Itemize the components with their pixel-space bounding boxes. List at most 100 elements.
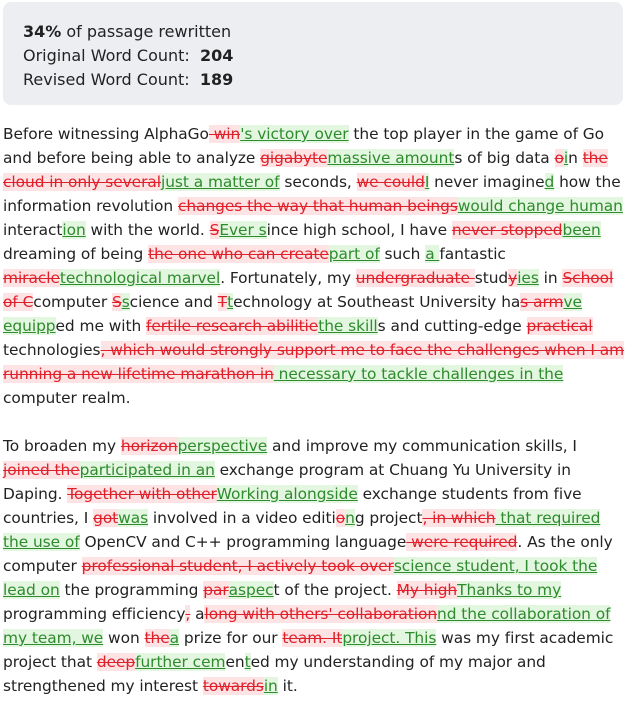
text-segment: ince high school, I have (266, 221, 452, 239)
deleted-text: team. It (282, 629, 343, 647)
deleted-text: we could (356, 173, 425, 191)
inserted-text: been (562, 221, 601, 239)
text-segment: Before witnessing AlphaGo (3, 125, 209, 143)
inserted-text: necessary to tackle challenges in the (273, 365, 564, 383)
original-word-count-label: Original Word Count: (23, 46, 190, 65)
deleted-text: were required (406, 533, 518, 551)
deleted-text: win (208, 125, 241, 143)
text-segment: never imagine (429, 173, 545, 191)
deleted-text: o (554, 149, 564, 167)
deleted-text: par (203, 581, 229, 599)
text-segment: OpenCV and C++ programming language (79, 533, 407, 551)
inserted-text: project. This (342, 629, 437, 647)
percent-rewritten-label: of passage rewritten (61, 22, 232, 41)
inserted-text: massive amount (327, 149, 455, 167)
text-segment: with the world. (85, 221, 210, 239)
inserted-text: d (544, 173, 555, 191)
text-segment: en (225, 653, 245, 671)
text-segment: echnology at Southeast University ha (233, 293, 521, 311)
text-segment: it. (277, 677, 298, 695)
deleted-text: s arm (520, 293, 564, 311)
deleted-text: got (93, 509, 119, 527)
text-segment: technologies (3, 341, 101, 359)
inserted-text: was (118, 509, 149, 527)
inserted-text: technological marvel (59, 269, 221, 287)
text-segment: the programming (59, 581, 204, 599)
deleted-text: horizon (120, 437, 178, 455)
deleted-text: T (217, 293, 228, 311)
inserted-text: a (425, 245, 440, 263)
inserted-text: participated in an (79, 461, 215, 479)
inserted-text: n (345, 509, 355, 527)
deleted-text: the one who can create (148, 245, 329, 263)
deleted-text: S (209, 221, 220, 239)
deleted-text: deep (96, 653, 136, 671)
deleted-text: gigabyte (260, 149, 328, 167)
inserted-text: the skill (318, 317, 378, 335)
inserted-text: further cem (135, 653, 226, 671)
paragraph-2: To broaden my horizonperspective and imp… (3, 434, 628, 698)
deleted-text: S (111, 293, 122, 311)
inserted-text: aspec (228, 581, 274, 599)
percent-rewritten-line: 34% of passage rewritten (23, 20, 623, 44)
revised-word-count-value: 189 (199, 70, 234, 89)
inserted-text: 's victory over (240, 125, 349, 143)
deleted-text: , in which (422, 509, 496, 527)
inserted-text: would change human (457, 197, 623, 215)
deleted-text: y (508, 269, 518, 287)
text-segment: seconds, (279, 173, 357, 191)
inserted-text: perspective (177, 437, 268, 455)
deleted-text: miracle (3, 269, 60, 287)
deleted-text: towards (202, 677, 264, 695)
deleted-text: o (335, 509, 346, 527)
deleted-text: undergraduate (355, 269, 475, 287)
text-segment: s of big data (454, 149, 555, 167)
text-segment: interact (3, 221, 63, 239)
paragraph-1: Before witnessing AlphaGo win's victory … (3, 122, 628, 410)
text-segment: such (379, 245, 426, 263)
deleted-text: the (144, 629, 170, 647)
text-segment: computer (33, 293, 112, 311)
text-segment: programming efficiency (3, 605, 186, 623)
text-segment: and improve my communication skills, I (267, 437, 577, 455)
text-segment: t of the project. (273, 581, 397, 599)
text-segment: a (190, 605, 205, 623)
text-segment: in (538, 269, 563, 287)
text-segment: prize for our (179, 629, 283, 647)
revised-document: Before witnessing AlphaGo win's victory … (3, 122, 628, 722)
deleted-text: professional student, I actively took ov… (81, 557, 394, 575)
inserted-text: Working alongside (216, 485, 358, 503)
text-segment: . Fortunately, my (220, 269, 356, 287)
deleted-text: My high (396, 581, 458, 599)
text-segment: n (568, 149, 583, 167)
deleted-text: Together with other (67, 485, 217, 503)
deleted-text: long with others' collaboration (204, 605, 438, 623)
inserted-text: just a matter of (161, 173, 280, 191)
original-word-count-line: Original Word Count: 204 (23, 44, 623, 68)
inserted-text: ion (62, 221, 86, 239)
deleted-text: changes the way that human beings (177, 197, 458, 215)
deleted-text: practical (526, 317, 593, 335)
text-segment: involved in a video editi (148, 509, 336, 527)
original-word-count-value: 204 (199, 46, 234, 65)
percent-rewritten-value: 34% (23, 22, 62, 41)
rewrite-stats-panel: 34% of passage rewritten Original Word C… (3, 2, 623, 105)
deleted-text: never stopped (451, 221, 563, 239)
text-segment: To broaden my (3, 437, 121, 455)
revised-word-count-line: Revised Word Count: 189 (23, 68, 623, 92)
text-segment: cience and (129, 293, 218, 311)
deleted-text: joined the (3, 461, 80, 479)
inserted-text: part of (328, 245, 380, 263)
inserted-text: s (121, 293, 130, 311)
text-segment: fantastic (439, 245, 506, 263)
text-segment: dreaming of being (3, 245, 149, 263)
inserted-text: Ever s (219, 221, 267, 239)
text-segment: computer realm. (3, 389, 131, 407)
inserted-text: in (263, 677, 278, 695)
text-segment: won (103, 629, 145, 647)
deleted-text: fertile research abilitie (146, 317, 319, 335)
inserted-text: ies (517, 269, 539, 287)
inserted-text: a (169, 629, 180, 647)
text-segment: stud (474, 269, 509, 287)
inserted-text: Thanks to my (457, 581, 562, 599)
